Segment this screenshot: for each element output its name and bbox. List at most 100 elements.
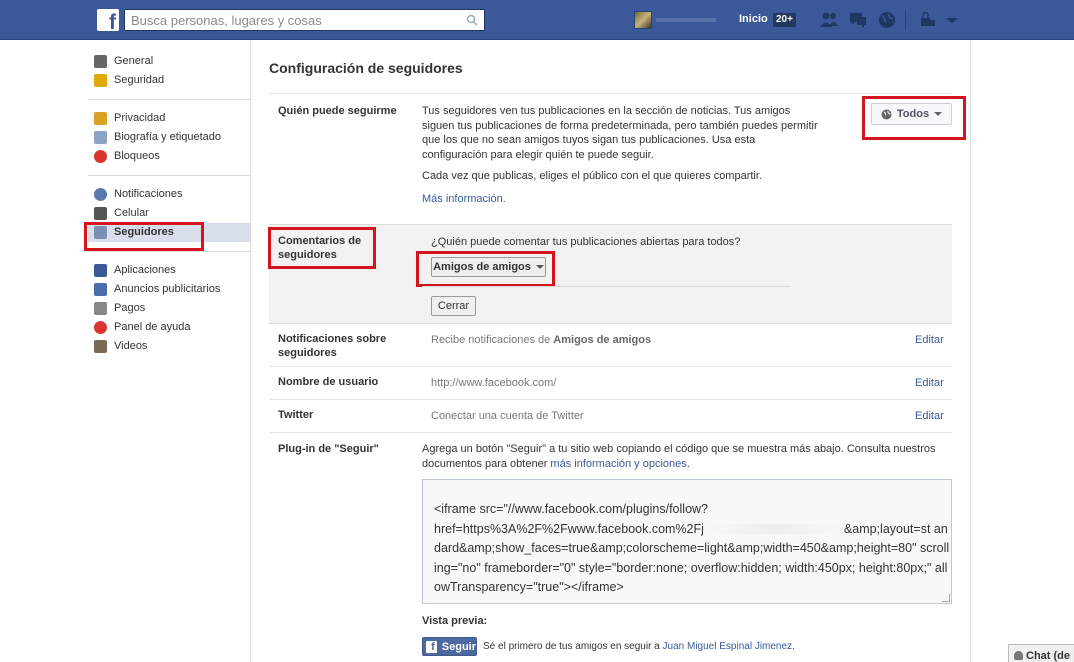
sidebar-divider bbox=[250, 40, 251, 662]
phone-icon bbox=[94, 207, 107, 220]
lock-icon bbox=[94, 112, 107, 125]
notifications-value-prefix: Recibe notificaciones de bbox=[431, 334, 554, 346]
preview-label: Vista previa: bbox=[422, 615, 488, 627]
notifications-value-audience: Amigos de amigos bbox=[553, 334, 652, 346]
comments-question: ¿Quién puede comentar tus publicaciones … bbox=[431, 236, 741, 248]
edit-twitter-link[interactable]: Editar bbox=[915, 410, 944, 422]
sidebar-item-general[interactable]: General bbox=[88, 52, 251, 71]
home-count-badge: 20+ bbox=[773, 13, 796, 27]
row-divider bbox=[269, 366, 952, 367]
logo-letter: f bbox=[109, 11, 116, 34]
sidebar-item-seguridad[interactable]: Seguridad bbox=[88, 71, 251, 90]
row-divider bbox=[269, 432, 952, 433]
person-icon bbox=[1014, 651, 1023, 660]
username-value: http://www.facebook.com/ bbox=[431, 377, 557, 389]
sidebar-divider bbox=[88, 251, 250, 252]
row-divider bbox=[269, 399, 952, 400]
twitter-value[interactable]: Conectar una cuenta de Twitter bbox=[431, 409, 584, 424]
follow-button-label: Seguir bbox=[441, 640, 476, 653]
ads-icon bbox=[94, 283, 107, 296]
sidebar-item-label: Bloqueos bbox=[114, 150, 160, 162]
chat-tab[interactable]: Chat (de bbox=[1008, 644, 1074, 662]
search-input[interactable] bbox=[125, 10, 455, 30]
sidebar-item-label: Celular bbox=[114, 207, 149, 219]
sidebar-item-label: General bbox=[114, 55, 154, 67]
redacted-text bbox=[703, 524, 844, 535]
sidebar-item-biografía-y-etiquetado[interactable]: Biografía y etiquetado bbox=[88, 128, 251, 147]
sidebar-item-label: Anuncios publicitarios bbox=[114, 283, 221, 295]
gears-icon bbox=[94, 55, 107, 68]
sidebar-item-label: Panel de ayuda bbox=[114, 321, 191, 333]
timeline-icon bbox=[94, 131, 107, 144]
preview-text-end: . bbox=[792, 641, 795, 652]
settings-sidebar: General Seguridad Privacidad Biografía y et… bbox=[88, 52, 251, 356]
sidebar-item-label: Videos bbox=[114, 340, 148, 352]
messages-icon[interactable] bbox=[848, 11, 868, 29]
top-divider bbox=[905, 10, 906, 30]
sidebar-item-pagos[interactable]: Pagos bbox=[88, 299, 251, 318]
film-icon bbox=[94, 340, 107, 353]
more-info-link[interactable]: Más información. bbox=[422, 192, 506, 207]
sidebar-item-label: Aplicaciones bbox=[114, 264, 176, 276]
sidebar-item-label: Privacidad bbox=[114, 112, 166, 124]
sidebar-item-celular[interactable]: Celular bbox=[88, 204, 251, 223]
sidebar-item-videos[interactable]: Videos bbox=[88, 337, 251, 356]
follower-notifications-value: Recibe notificaciones de Amigos de amigo… bbox=[431, 333, 651, 348]
follow-button[interactable]: f Seguir bbox=[422, 637, 477, 656]
title-divider bbox=[269, 93, 952, 94]
privacy-shortcuts-icon[interactable] bbox=[918, 11, 938, 29]
follow-plugin-description: Agrega un botón "Seguir" a tu sitio web … bbox=[422, 442, 942, 471]
who-can-follow-label: Quién puede seguirme bbox=[278, 105, 397, 117]
apps-icon bbox=[94, 264, 107, 277]
card-icon bbox=[94, 302, 107, 315]
username-label: Nombre de usuario bbox=[278, 376, 379, 388]
username-redacted[interactable] bbox=[656, 18, 716, 22]
edit-notifications-link[interactable]: Editar bbox=[915, 334, 944, 346]
top-bar: f Inicio 20+ bbox=[0, 0, 1074, 40]
sidebar-item-notificaciones[interactable]: Notificaciones bbox=[88, 185, 251, 204]
highlight-box-audience bbox=[862, 96, 966, 140]
globe-icon bbox=[94, 188, 107, 201]
chat-label: Chat (de bbox=[1026, 650, 1070, 662]
highlight-box-followers bbox=[84, 222, 204, 251]
sidebar-item-aplicaciones[interactable]: Aplicaciones bbox=[88, 261, 251, 280]
notifications-globe-icon[interactable] bbox=[877, 11, 897, 29]
avatar[interactable] bbox=[634, 11, 652, 29]
twitter-label: Twitter bbox=[278, 409, 314, 421]
sidebar-item-panel-de-ayuda[interactable]: Panel de ayuda bbox=[88, 318, 251, 337]
panel-inner-divider bbox=[422, 286, 791, 287]
sidebar-item-anuncios-publicitarios[interactable]: Anuncios publicitarios bbox=[88, 280, 251, 299]
sidebar-divider bbox=[88, 175, 250, 176]
preview-text-prefix: Sé el primero de tus amigos en seguir a bbox=[483, 641, 663, 652]
more-info-options-link[interactable]: más información y opciones bbox=[550, 458, 686, 470]
sidebar-item-privacidad[interactable]: Privacidad bbox=[88, 109, 251, 128]
follower-notifications-label: Notificaciones sobre seguidores bbox=[278, 333, 387, 359]
sidebar-divider bbox=[88, 99, 250, 100]
resize-handle-icon[interactable] bbox=[942, 594, 950, 602]
block-icon bbox=[94, 150, 107, 163]
search-bar[interactable] bbox=[124, 9, 485, 31]
embed-code-textarea[interactable]: <iframe src="//www.facebook.com/plugins/… bbox=[422, 479, 952, 604]
who-can-follow-description: Tus seguidores ven tus publicaciones en … bbox=[422, 105, 818, 161]
preview-text: Sé el primero de tus amigos en seguir a … bbox=[483, 641, 795, 652]
page-title: Configuración de seguidores bbox=[269, 60, 463, 76]
follow-plugin-label: Plug-in de "Seguir" bbox=[278, 443, 379, 455]
audience-note: Cada vez que publicas, eliges el público… bbox=[422, 170, 762, 182]
plugin-description-end: . bbox=[686, 457, 690, 470]
search-icon[interactable] bbox=[466, 14, 478, 26]
content-right-border bbox=[970, 40, 971, 662]
facebook-f-icon: f bbox=[426, 640, 437, 653]
home-link[interactable]: Inicio bbox=[739, 13, 768, 25]
sidebar-item-bloqueos[interactable]: Bloqueos bbox=[88, 147, 251, 166]
embed-code-part1: <iframe src="//www.facebook.com/plugins/… bbox=[434, 502, 708, 536]
friend-requests-icon[interactable] bbox=[819, 11, 839, 29]
account-menu-chevron-down-icon[interactable] bbox=[942, 11, 962, 29]
lifebuoy-icon bbox=[94, 321, 107, 334]
sidebar-item-label: Seguridad bbox=[114, 74, 165, 86]
close-button[interactable]: Cerrar bbox=[431, 296, 476, 316]
highlight-box-dropdown bbox=[416, 251, 555, 287]
profile-name-link[interactable]: Juan Miguel Espinal Jimenez bbox=[663, 641, 793, 652]
edit-username-link[interactable]: Editar bbox=[915, 377, 944, 389]
facebook-logo-icon[interactable]: f bbox=[97, 9, 119, 34]
sidebar-item-label: Notificaciones bbox=[114, 188, 183, 200]
